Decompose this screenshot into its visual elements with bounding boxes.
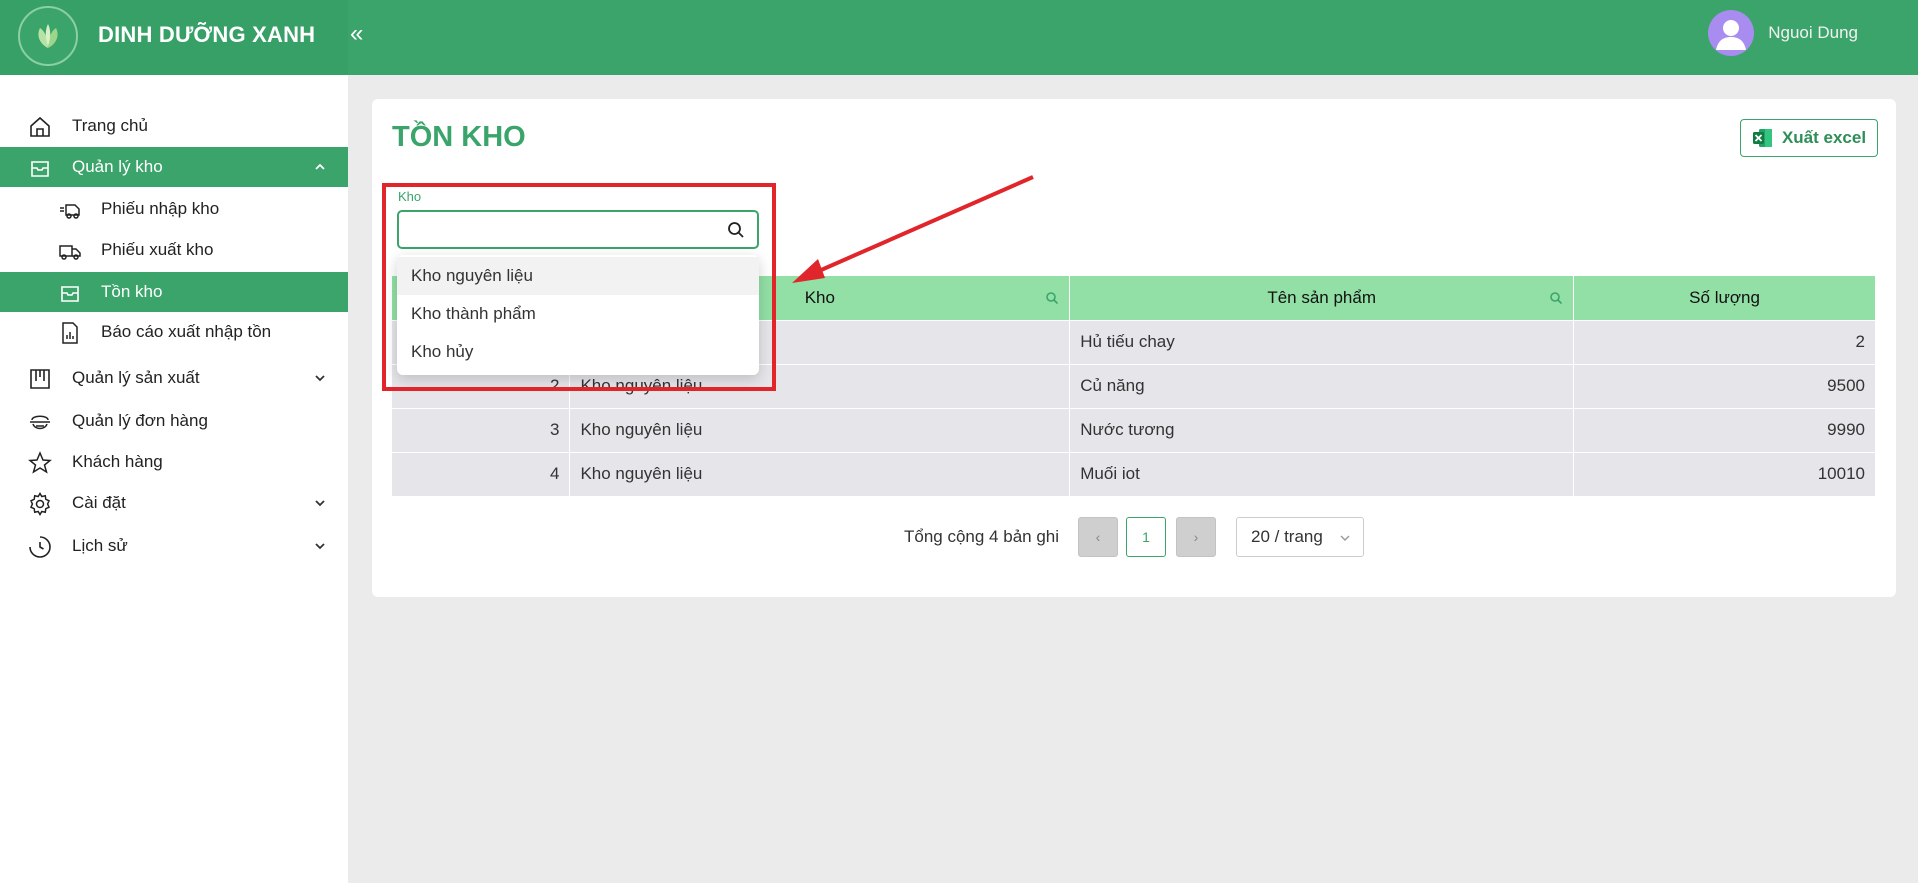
column-header-quantity: Số lượng bbox=[1573, 276, 1876, 320]
table-row[interactable]: 4 Kho nguyên liệu Muối iot 10010 bbox=[392, 451, 1876, 496]
column-search-icon[interactable] bbox=[1549, 291, 1563, 305]
cell-quantity: 2 bbox=[1573, 319, 1876, 364]
cell-quantity: 9500 bbox=[1573, 363, 1876, 408]
dropdown-option[interactable]: Kho thành phẩm bbox=[397, 295, 759, 333]
report-icon bbox=[62, 322, 78, 344]
cell-index: 4 bbox=[392, 451, 571, 496]
truck-in-icon bbox=[60, 204, 80, 219]
sidebar-item-orders[interactable]: Quản lý đơn hàng bbox=[0, 401, 348, 441]
page-size-value: 20 / trang bbox=[1251, 527, 1323, 546]
sidebar-item-label: Quản lý kho bbox=[72, 157, 163, 176]
sidebar-item-warehouse[interactable]: Quản lý kho bbox=[0, 147, 348, 187]
column-header-label: Kho bbox=[804, 287, 835, 307]
sidebar-item-label: Báo cáo xuất nhập tồn bbox=[101, 322, 272, 341]
user-name: Nguoi Dung bbox=[1768, 23, 1858, 42]
avatar bbox=[1708, 10, 1755, 56]
sidebar-item-inventory[interactable]: Tồn kho bbox=[0, 272, 348, 312]
inventory-card: TỒN KHO Xuất excel Kho Kho nguyên liệu K… bbox=[372, 99, 1896, 597]
sidebar-item-export[interactable]: Phiếu xuất kho bbox=[0, 230, 348, 270]
user-menu[interactable]: Nguoi Dung bbox=[1708, 10, 1858, 56]
sidebar-item-history[interactable]: Lịch sử bbox=[0, 526, 348, 566]
star-icon bbox=[28, 451, 52, 474]
sidebar-item-production[interactable]: Quản lý sản xuất bbox=[0, 358, 348, 398]
export-excel-button[interactable]: Xuất excel bbox=[1740, 119, 1878, 157]
sidebar-item-customers[interactable]: Khách hàng bbox=[0, 442, 348, 482]
cell-product: Củ năng bbox=[1069, 363, 1575, 408]
export-excel-label: Xuất excel bbox=[1781, 128, 1867, 147]
dropdown-option[interactable]: Kho hủy bbox=[397, 333, 759, 371]
cell-quantity: 9990 bbox=[1573, 407, 1876, 452]
sidebar-item-import[interactable]: Phiếu nhập kho bbox=[0, 189, 348, 229]
search-icon[interactable] bbox=[727, 221, 745, 239]
pagination-total: Tổng cộng 4 bản ghi bbox=[904, 527, 1060, 546]
excel-icon bbox=[1752, 129, 1772, 147]
cell-product: Hủ tiếu chay bbox=[1069, 319, 1575, 364]
collapse-sidebar-button[interactable]: « bbox=[350, 20, 363, 48]
cell-quantity: 10010 bbox=[1573, 451, 1876, 496]
chevron-down-icon bbox=[315, 500, 325, 507]
warehouse-search-input[interactable] bbox=[409, 218, 709, 242]
sidebar-item-label: Phiếu xuất kho bbox=[101, 240, 214, 259]
sidebar-item-label: Lịch sử bbox=[72, 536, 128, 555]
warehouse-dropdown: Kho nguyên liệu Kho thành phẩm Kho hủy bbox=[397, 255, 759, 375]
cell-product: Nước tương bbox=[1069, 407, 1575, 452]
sidebar-item-label: Phiếu nhập kho bbox=[101, 199, 220, 218]
sidebar-item-home[interactable]: Trang chủ bbox=[0, 106, 348, 146]
chevron-up-icon bbox=[315, 163, 325, 170]
logo-icon bbox=[18, 6, 78, 66]
cell-warehouse: Kho nguyên liệu bbox=[569, 407, 1071, 452]
warehouse-filter-field[interactable] bbox=[397, 210, 759, 249]
sidebar-item-report[interactable]: Báo cáo xuất nhập tồn bbox=[0, 312, 348, 352]
order-icon bbox=[30, 415, 50, 430]
user-icon bbox=[1716, 20, 1747, 50]
next-page-button[interactable]: › bbox=[1176, 517, 1216, 557]
factory-icon bbox=[30, 369, 50, 389]
chevron-down-icon bbox=[1340, 535, 1350, 541]
column-header-product[interactable]: Tên sản phẩm bbox=[1069, 276, 1575, 320]
history-icon bbox=[29, 536, 51, 558]
sidebar-item-label: Quản lý đơn hàng bbox=[72, 411, 208, 430]
sidebar-item-settings[interactable]: Cài đặt bbox=[0, 483, 348, 523]
column-search-icon[interactable] bbox=[1045, 291, 1059, 305]
brand[interactable]: DINH DƯỠNG XANH bbox=[0, 0, 348, 75]
column-header-label: Tên sản phẩm bbox=[1267, 287, 1377, 307]
box-icon bbox=[31, 161, 49, 177]
prev-page-button[interactable]: ‹ bbox=[1078, 517, 1118, 557]
cell-warehouse: Kho nguyên liệu bbox=[569, 451, 1071, 496]
cell-index: 3 bbox=[392, 407, 571, 452]
sidebar: Trang chủ Quản lý kho Phiếu nhập kho Phi… bbox=[0, 75, 348, 883]
sidebar-item-label: Cài đặt bbox=[72, 493, 126, 512]
home-icon bbox=[30, 116, 50, 137]
table-row[interactable]: 3 Kho nguyên liệu Nước tương 9990 bbox=[392, 407, 1876, 452]
gear-icon bbox=[30, 492, 50, 516]
box-icon bbox=[61, 286, 79, 302]
truck-out-icon bbox=[59, 245, 81, 260]
dropdown-option[interactable]: Kho nguyên liệu bbox=[397, 257, 759, 295]
sidebar-item-label: Quản lý sản xuất bbox=[72, 368, 200, 387]
brand-name: DINH DƯỠNG XANH bbox=[98, 22, 316, 47]
warehouse-filter-label: Kho bbox=[398, 189, 422, 204]
sidebar-item-label: Trang chủ bbox=[72, 116, 148, 135]
pagination: Tổng cộng 4 bản ghi ‹ 1 › 20 / trang bbox=[372, 517, 1896, 557]
top-bar: DINH DƯỠNG XANH « Nguoi Dung bbox=[0, 0, 1918, 75]
cell-product: Muối iot bbox=[1069, 451, 1575, 496]
page-size-select[interactable]: 20 / trang bbox=[1236, 517, 1364, 557]
page-title: TỒN KHO bbox=[392, 121, 526, 153]
sidebar-item-label: Khách hàng bbox=[72, 452, 163, 471]
chevron-down-icon bbox=[315, 543, 325, 550]
sidebar-item-label: Tồn kho bbox=[101, 282, 163, 301]
chevron-down-icon bbox=[315, 375, 325, 382]
page-1-button[interactable]: 1 bbox=[1126, 517, 1166, 557]
